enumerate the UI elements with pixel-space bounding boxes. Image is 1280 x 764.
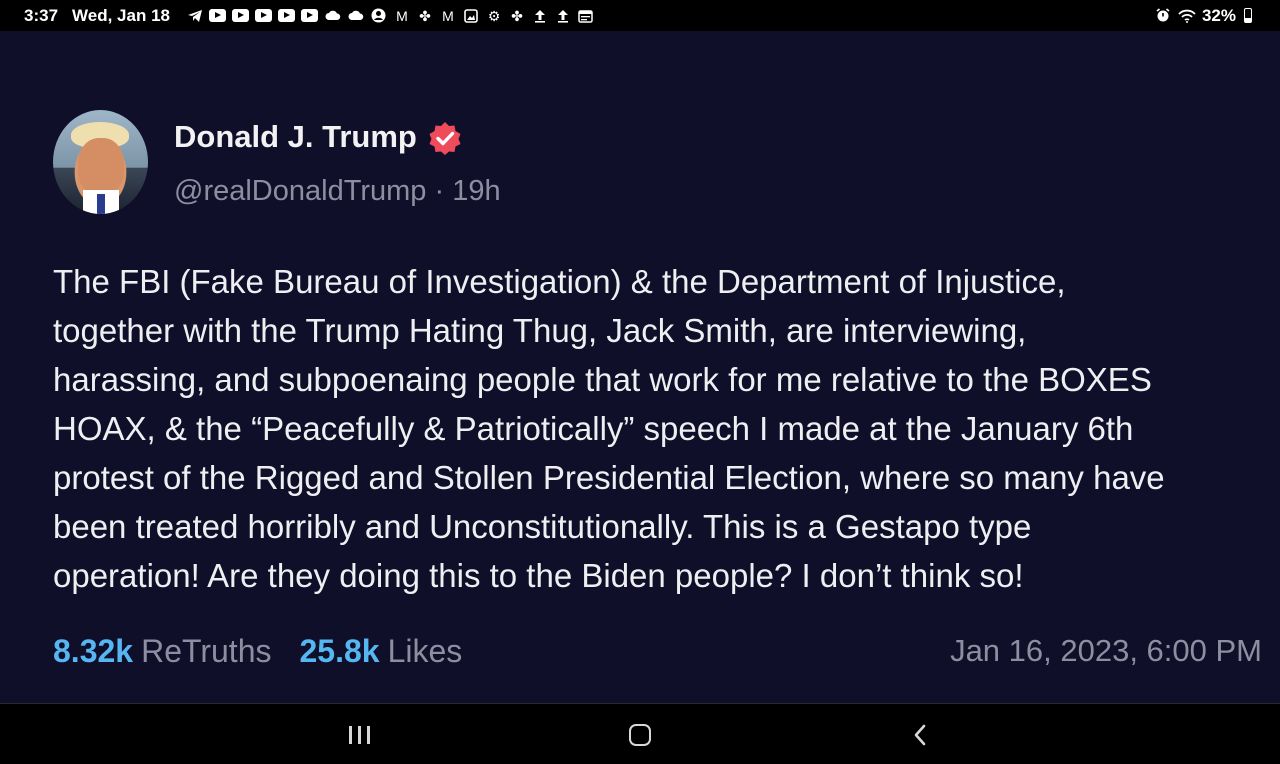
alarm-icon (1154, 8, 1172, 23)
calendar-icon (577, 9, 595, 23)
notification-icons: M ✤ M ⚙ ✤ (186, 7, 595, 24)
display-name[interactable]: Donald J. Trump (174, 119, 417, 155)
pinwheel-icon: ✤ (419, 7, 431, 24)
retruths-label[interactable]: ReTruths (141, 633, 271, 670)
post-timestamp: Jan 16, 2023, 6:00 PM (950, 633, 1262, 668)
separator: · (434, 175, 445, 207)
post-age: 19h (452, 175, 501, 207)
post-text: The FBI (Fake Bureau of Investigation) &… (53, 263, 1165, 594)
back-button[interactable] (900, 718, 940, 752)
handle-line: @realDonaldTrump · 19h (174, 175, 501, 208)
gmail-icon: M (442, 7, 454, 24)
likes-label[interactable]: Likes (388, 633, 463, 670)
cloud-icon (324, 9, 342, 23)
upload-icon (531, 9, 549, 23)
youtube-icon (209, 9, 227, 23)
status-time: 3:37 (24, 5, 59, 25)
wifi-icon (1178, 9, 1196, 23)
status-bar: 3:37 Wed, Jan 18 M ✤ M ⚙ ✤ 32% (0, 0, 1280, 31)
pinwheel-icon: ✤ (511, 7, 523, 24)
youtube-icon (232, 9, 250, 23)
home-button[interactable] (620, 718, 660, 752)
gmail-icon: M (396, 7, 408, 24)
post-card: Donald J. Trump @realDonaldTrump · 19h T… (0, 31, 1280, 703)
battery-percent: 32% (1201, 5, 1236, 25)
back-chevron-icon (914, 724, 926, 746)
status-right: 32% (1154, 6, 1252, 26)
post-stats: 8.32k ReTruths 25.8k Likes (53, 633, 490, 670)
retruths-count[interactable]: 8.32k (53, 633, 133, 670)
youtube-icon (301, 9, 319, 23)
youtube-icon (278, 9, 296, 23)
cloud-icon (347, 9, 365, 23)
upload-icon (554, 9, 572, 23)
telegram-icon (186, 9, 204, 23)
likes-count[interactable]: 25.8k (299, 633, 379, 670)
navigation-bar (0, 703, 1280, 764)
status-left: 3:37 Wed, Jan 18 M ✤ M ⚙ ✤ (24, 6, 595, 26)
gallery-icon (462, 8, 480, 23)
avatar[interactable] (53, 110, 148, 214)
verified-badge-icon (429, 122, 461, 155)
account-icon (370, 8, 388, 23)
battery-icon (1244, 8, 1252, 23)
status-date: Wed, Jan 18 (72, 5, 170, 25)
recents-button[interactable] (339, 718, 379, 752)
settings-icon: ⚙ (487, 7, 501, 24)
handle[interactable]: @realDonaldTrump (174, 175, 426, 207)
youtube-icon (255, 9, 273, 23)
